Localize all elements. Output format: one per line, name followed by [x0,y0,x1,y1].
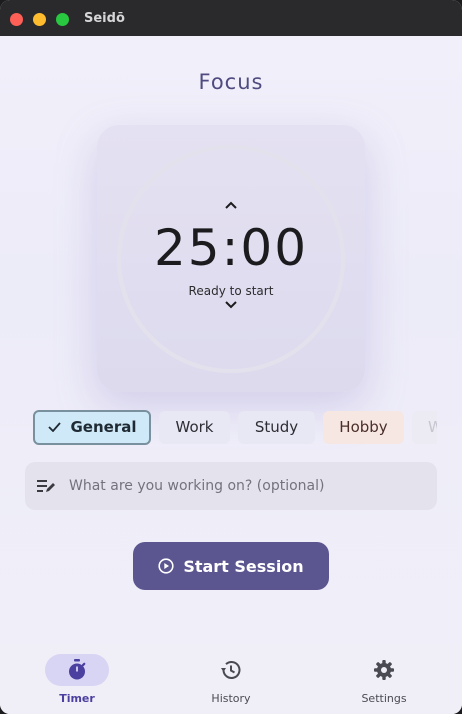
category-chip-label: General [70,418,137,436]
minimize-window-button[interactable] [33,13,46,26]
window-title: Seidō [84,11,125,26]
timer-card: 25:00 Ready to start [97,125,365,392]
time-seconds: 00 [240,219,309,277]
time-minutes: 25 [153,219,222,277]
time-separator: : [221,219,241,277]
nav-label-timer: Timer [59,692,95,705]
app-window: Seidō Focus 25:00 Ready to start General… [0,0,462,714]
nav-item-history[interactable]: History [171,644,291,714]
maximize-window-button[interactable] [56,13,69,26]
note-input[interactable] [69,462,429,510]
close-window-button[interactable] [10,13,23,26]
category-chips: General Work Study Hobby W [33,410,437,446]
nav-item-settings[interactable]: Settings [324,644,444,714]
notes-edit-icon [37,480,55,492]
category-chip-label: W [428,418,437,436]
increase-time-button[interactable] [221,201,241,215]
category-chip-study[interactable]: Study [238,411,315,444]
start-session-button[interactable]: Start Session [133,542,329,590]
check-icon [47,412,61,443]
timer-status: Ready to start [188,284,274,298]
page-title: Focus [198,70,264,94]
category-chip-hobby[interactable]: Hobby [323,411,404,444]
category-chip-partial[interactable]: W [412,411,437,444]
category-chip-label: Study [254,418,299,436]
nav-label-history: History [211,692,251,705]
gear-icon [374,660,394,680]
title-bar: Seidō [0,0,462,36]
start-session-label: Start Session [183,556,304,576]
nav-item-timer[interactable]: Timer [17,644,137,714]
category-chip-general[interactable]: General [33,410,151,445]
decrease-time-button[interactable] [221,301,241,315]
category-chip-label: Work [175,418,214,436]
bottom-nav: Timer History Settings [0,644,462,714]
nav-label-settings: Settings [361,692,407,705]
history-icon [221,661,241,679]
play-circle-icon [158,558,174,574]
category-chip-label: Hobby [339,418,388,436]
chevron-up-icon [225,201,237,209]
stopwatch-icon [69,659,86,680]
time-display[interactable]: 25:00 [97,218,365,278]
note-field [25,462,437,510]
category-chip-work[interactable]: Work [159,411,230,444]
chevron-down-icon [225,301,237,309]
